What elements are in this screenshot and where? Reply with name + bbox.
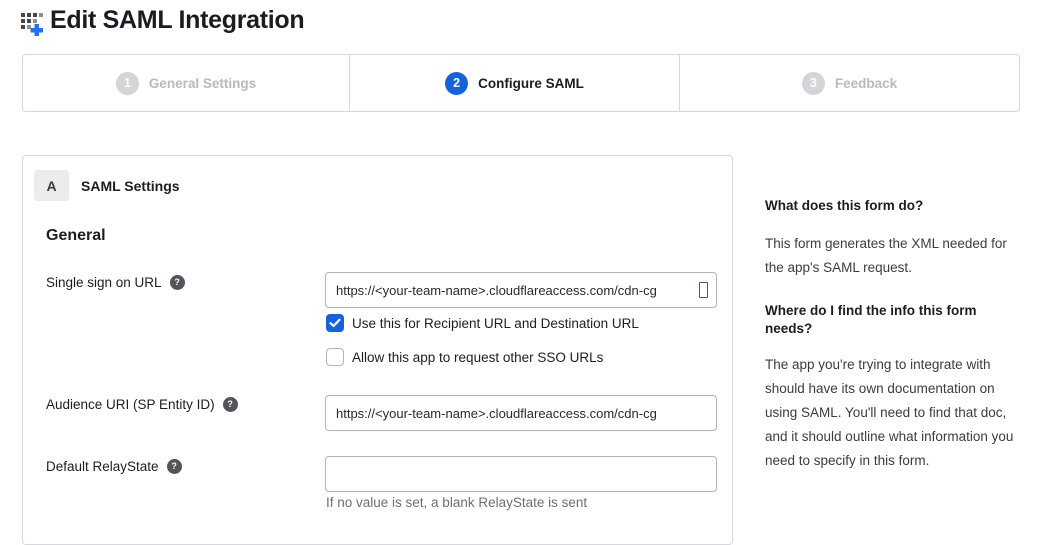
step-number-badge: 1 bbox=[116, 72, 139, 95]
other-sso-urls-checkbox-row[interactable]: Allow this app to request other SSO URLs bbox=[326, 348, 603, 366]
help-sidebar: What does this form do? This form genera… bbox=[765, 197, 1017, 473]
recipient-url-checkbox[interactable] bbox=[326, 314, 344, 332]
recipient-url-checkbox-row[interactable]: Use this for Recipient URL and Destinati… bbox=[326, 314, 639, 332]
page-header: Edit SAML Integration bbox=[20, 6, 304, 35]
other-sso-urls-checkbox[interactable] bbox=[326, 348, 344, 366]
relay-state-input[interactable] bbox=[325, 456, 717, 492]
group-heading-general: General bbox=[46, 227, 106, 245]
step-label: Feedback bbox=[835, 76, 897, 91]
checkbox-label: Allow this app to request other SSO URLs bbox=[352, 350, 603, 365]
step-label: General Settings bbox=[149, 76, 256, 91]
sidebar-paragraph-where: The app you're trying to integrate with … bbox=[765, 353, 1017, 473]
relay-state-helper-text: If no value is set, a blank RelayState i… bbox=[326, 495, 587, 510]
section-badge: A bbox=[34, 170, 69, 201]
field-label-text: Single sign on URL bbox=[46, 275, 162, 290]
field-label-text: Audience URI (SP Entity ID) bbox=[46, 397, 215, 412]
checkbox-label: Use this for Recipient URL and Destinati… bbox=[352, 316, 639, 331]
help-icon[interactable]: ? bbox=[170, 275, 185, 290]
app-grid-add-icon bbox=[20, 9, 46, 36]
check-icon bbox=[329, 318, 341, 328]
step-number-badge: 2 bbox=[445, 72, 468, 95]
sidebar-paragraph-what: This form generates the XML needed for t… bbox=[765, 232, 1017, 280]
step-general-settings[interactable]: 1 General Settings bbox=[23, 55, 350, 111]
step-feedback[interactable]: 3 Feedback bbox=[680, 55, 1019, 111]
step-configure-saml[interactable]: 2 Configure SAML bbox=[350, 55, 680, 111]
audience-uri-label: Audience URI (SP Entity ID) ? bbox=[46, 397, 238, 412]
relay-state-label: Default RelayState ? bbox=[46, 459, 182, 474]
help-icon[interactable]: ? bbox=[167, 459, 182, 474]
sso-url-input[interactable] bbox=[325, 272, 717, 308]
step-label: Configure SAML bbox=[478, 76, 584, 91]
sidebar-heading-what: What does this form do? bbox=[765, 197, 1017, 215]
sidebar-heading-where: Where do I find the info this form needs… bbox=[765, 302, 1017, 338]
section-title: SAML Settings bbox=[81, 178, 180, 194]
field-label-text: Default RelayState bbox=[46, 459, 159, 474]
sso-url-label: Single sign on URL ? bbox=[46, 275, 185, 290]
saml-settings-card: A SAML Settings General Single sign on U… bbox=[22, 155, 733, 545]
page-title: Edit SAML Integration bbox=[50, 6, 304, 35]
step-number-badge: 3 bbox=[802, 72, 825, 95]
audience-uri-input[interactable] bbox=[325, 395, 717, 431]
help-icon[interactable]: ? bbox=[223, 397, 238, 412]
text-caret bbox=[699, 282, 708, 298]
sso-url-field-wrap bbox=[325, 272, 717, 308]
wizard-stepper: 1 General Settings 2 Configure SAML 3 Fe… bbox=[22, 54, 1020, 112]
